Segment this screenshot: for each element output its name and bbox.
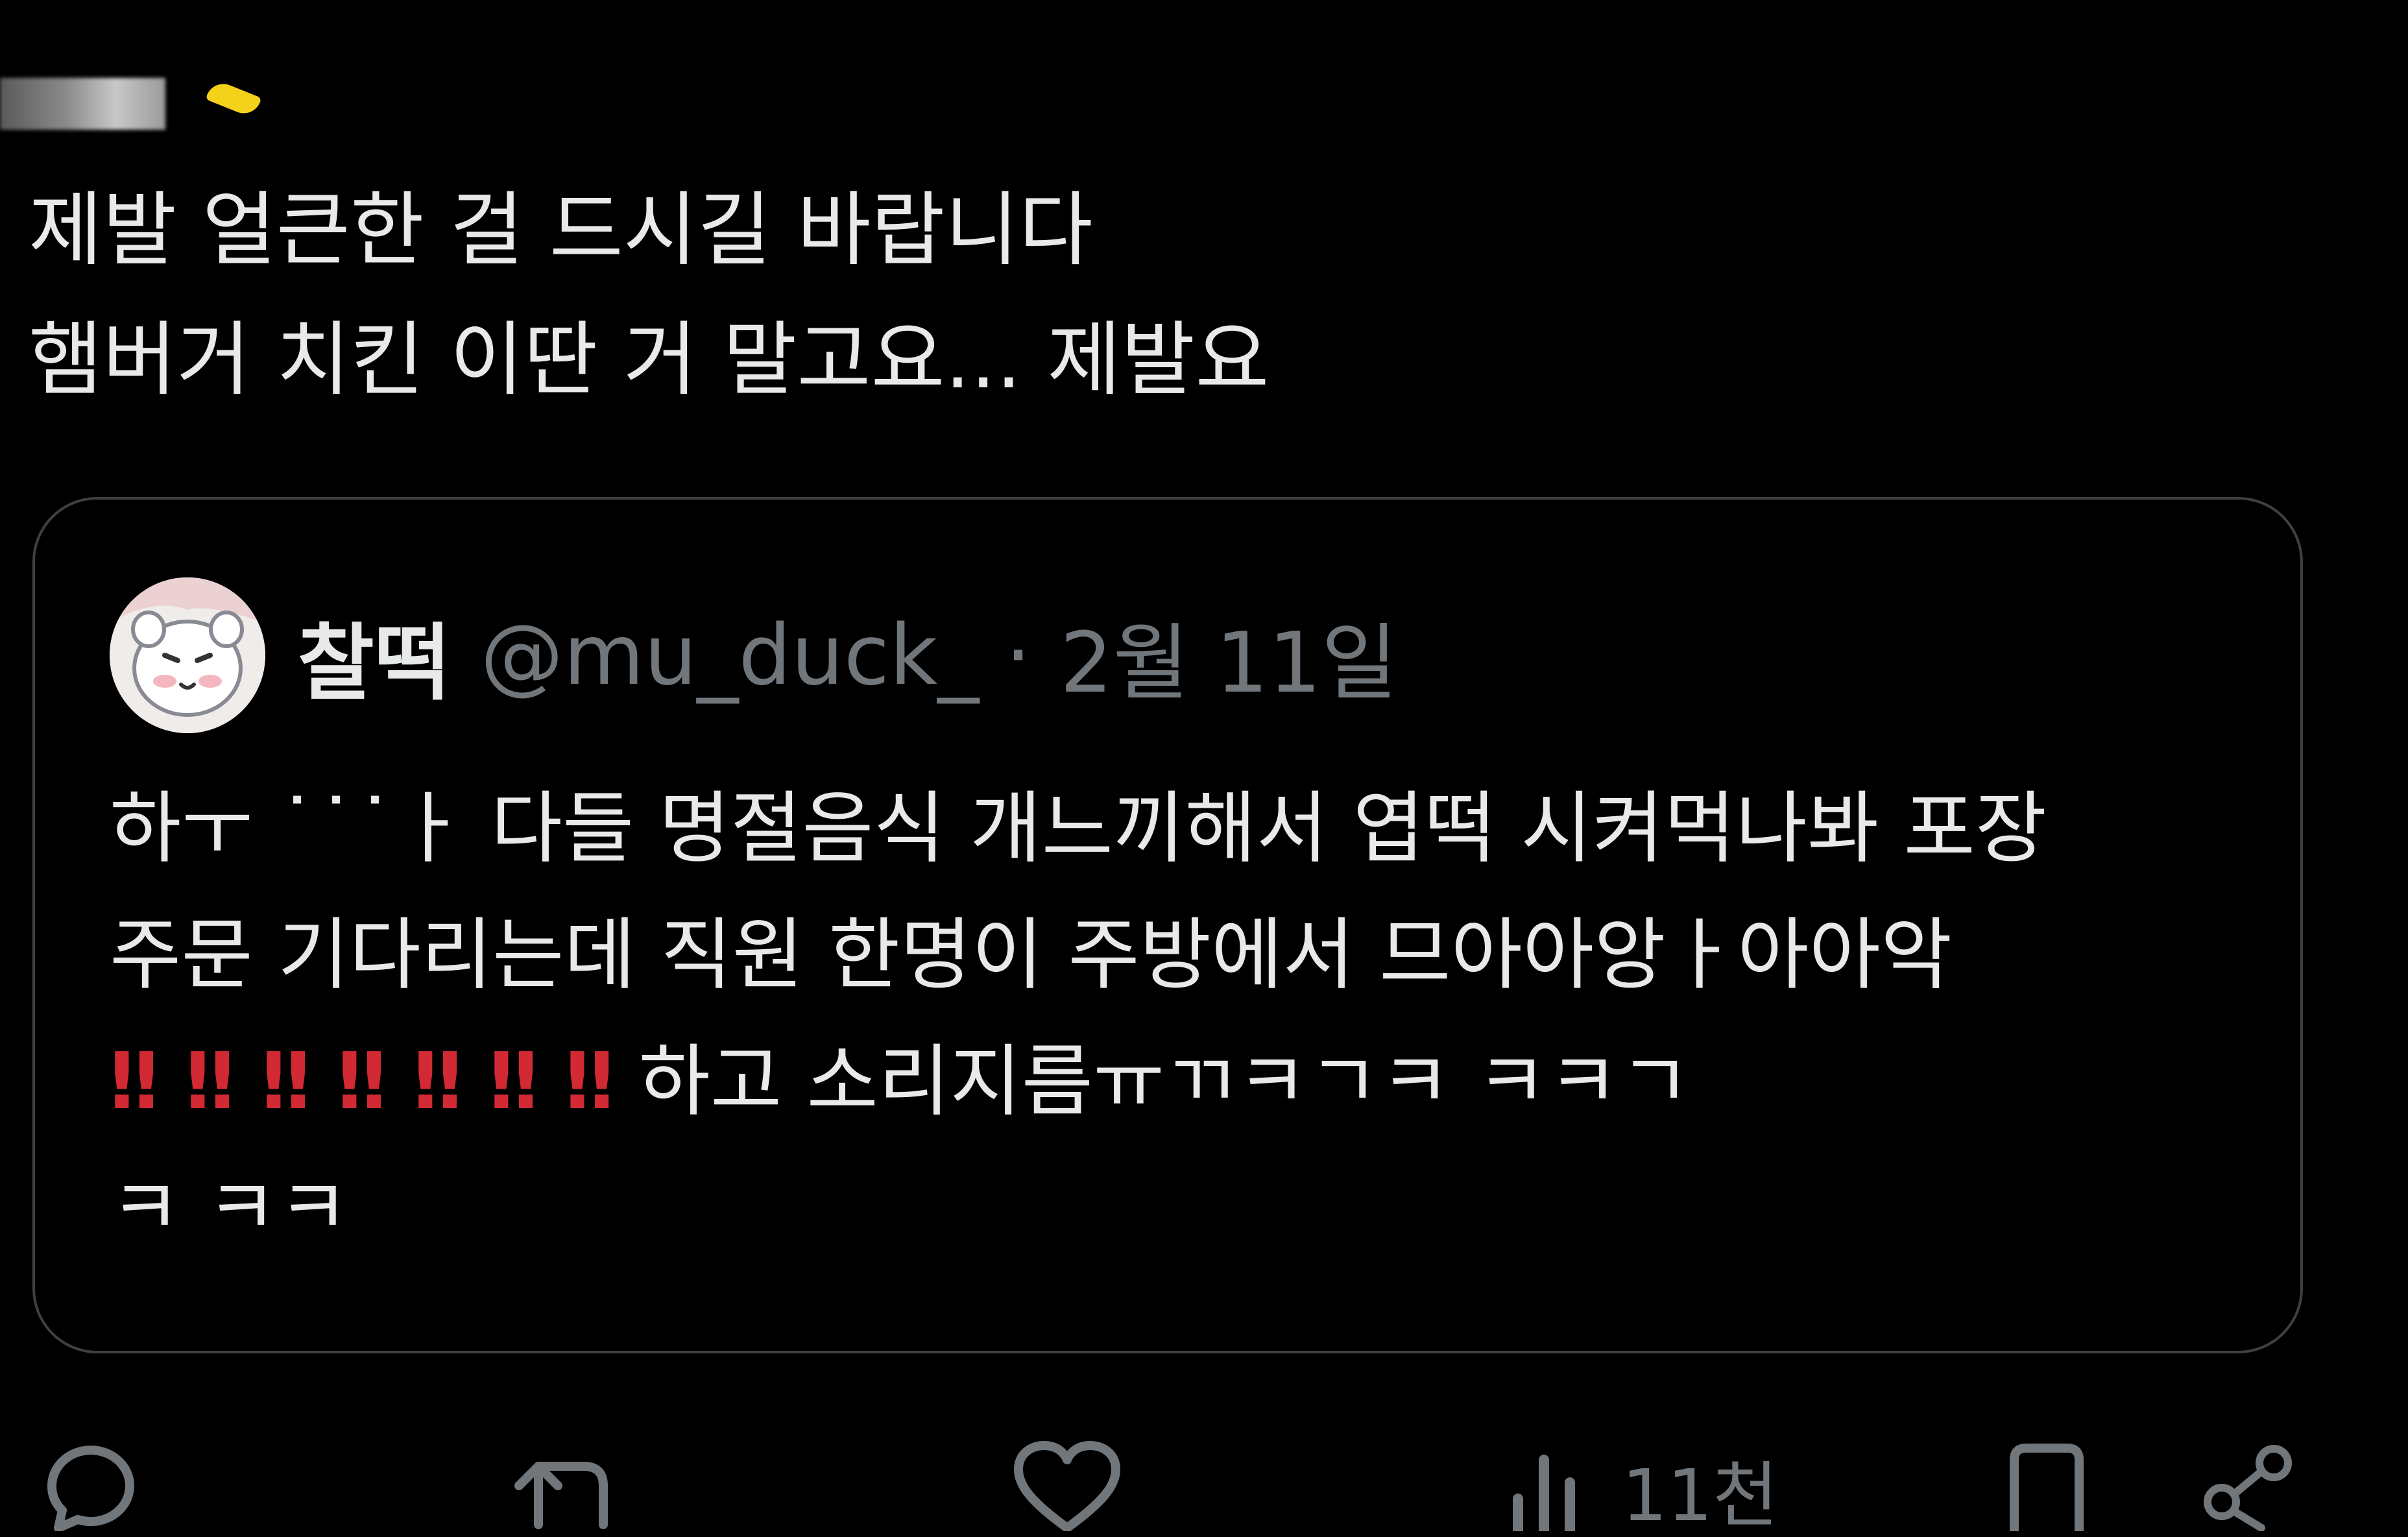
share-icon [2199, 1440, 2296, 1531]
quoted-text-line: ㅋ ㅋㅋ [110, 1163, 350, 1253]
quoted-tweet-header: 찰떡 @mu_duck_ · 2월 11일 [110, 577, 1397, 733]
quoted-text-line: 하ㅜ ˙˙˙ㅏ 다들 명절음식 개느끼해서 엽떡 시켜먹나봐 포장 [110, 784, 2047, 874]
tweet-text: 제발 얼큰한 걸 드시길 바랍니다 햄버거 치킨 이딴 거 말고요... 제발요 [29, 165, 2104, 425]
quoted-text-line: 하고 소리지름ㅠㄲㅋㄱㅋ ㅋㅋㄱ [638, 1037, 1691, 1127]
tweet-text-line: 햄버거 치킨 이딴 거 말고요... 제발요 [29, 313, 1270, 407]
avatar-image [110, 577, 265, 733]
heart-icon [1012, 1440, 1122, 1531]
retweet-icon [512, 1440, 629, 1531]
quoted-tweet-text: 하ㅜ ˙˙˙ㅏ 다들 명절음식 개느끼해서 엽떡 시켜먹나봐 포장 주문 기다리… [110, 766, 2250, 1272]
cropped-tweet-header [0, 65, 272, 130]
quoted-display-name[interactable]: 찰떡 [298, 596, 451, 716]
views-button[interactable]: 11천 [1505, 1440, 1778, 1531]
views-count: 11천 [1622, 1454, 1779, 1537]
bookmark-button[interactable] [2005, 1440, 2089, 1531]
avatar[interactable] [110, 577, 265, 733]
quoted-tweet-card[interactable]: 찰떡 @mu_duck_ · 2월 11일 하ㅜ ˙˙˙ㅏ 다들 명절음식 개느… [32, 497, 2303, 1353]
reply-icon [39, 1440, 143, 1531]
quoted-text-line: 주문 기다리는데 직원 한명이 주방에서 므아아앙ㅏ아아악 [110, 910, 1953, 1000]
double-exclamation-marks: ‼ ‼ ‼ ‼ ‼ ‼ ‼ [110, 1037, 614, 1127]
censored-author-name [0, 78, 165, 130]
share-button[interactable] [2199, 1440, 2296, 1531]
emoji-fragment [205, 79, 262, 119]
quoted-handle[interactable]: @mu_duck_ [481, 607, 980, 704]
meta-separator: · [1005, 607, 1031, 704]
like-button[interactable] [1012, 1440, 1122, 1531]
tweet-action-bar: 11천 [0, 1427, 2408, 1531]
views-icon [1505, 1440, 1596, 1531]
reply-button[interactable] [39, 1440, 143, 1531]
quoted-text-line-with-emphasis: ‼ ‼ ‼ ‼ ‼ ‼ ‼ 하고 소리지름ㅠㄲㅋㄱㅋ ㅋㅋㄱ [110, 1019, 2250, 1145]
tweet-text-line: 제발 얼큰한 걸 드시길 바랍니다 [29, 184, 1093, 277]
quoted-date[interactable]: 2월 11일 [1060, 596, 1398, 716]
retweet-button[interactable] [512, 1440, 629, 1531]
bookmark-icon [2005, 1440, 2089, 1531]
